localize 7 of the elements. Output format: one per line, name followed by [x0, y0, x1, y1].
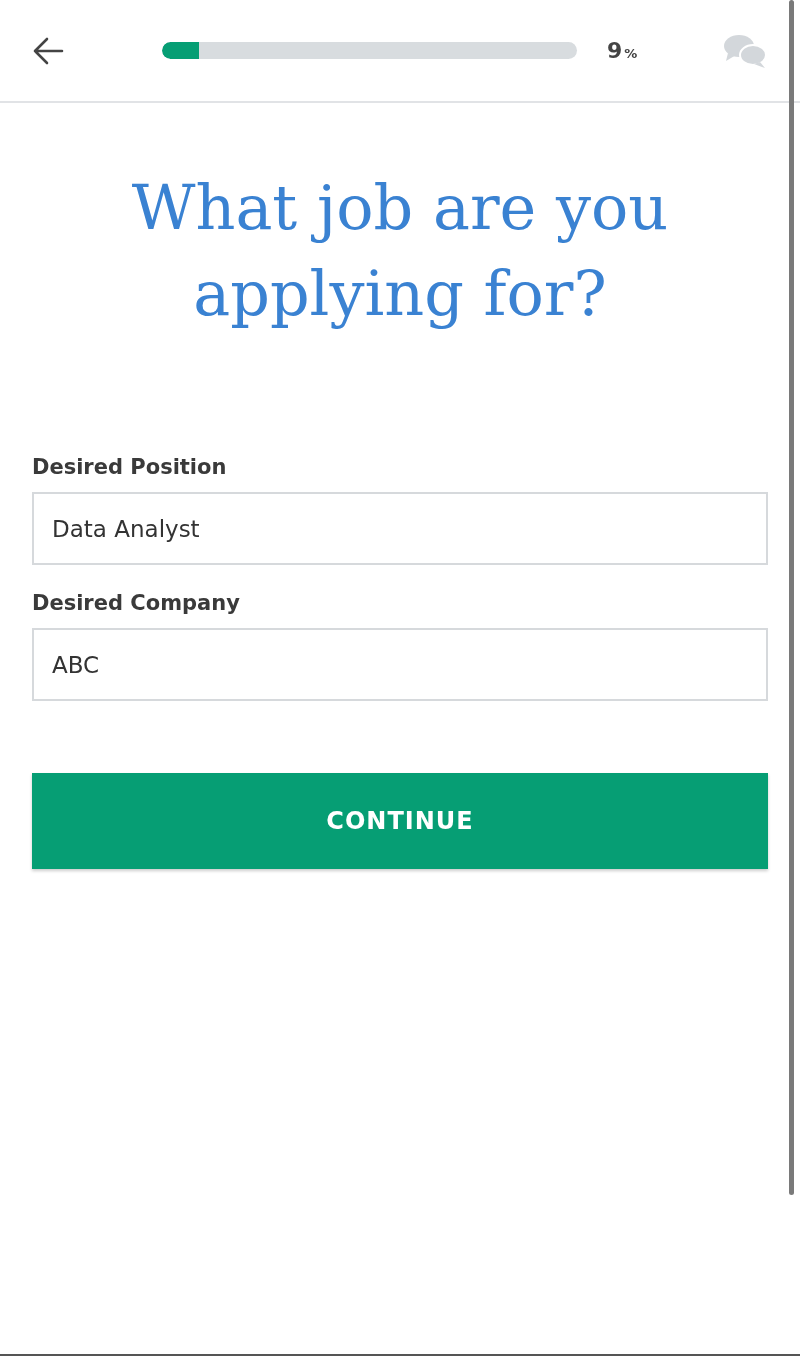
- input-field[interactable]: ABC: [32, 628, 768, 701]
- back-arrow-icon[interactable]: [32, 36, 64, 65]
- field-label: Desired Company: [32, 591, 240, 615]
- page-heading: What job are you applying for?: [130, 170, 670, 332]
- field-label: Desired Position: [32, 455, 227, 479]
- progress-percent: 9%: [607, 38, 638, 63]
- input-field[interactable]: Data Analyst: [32, 492, 768, 565]
